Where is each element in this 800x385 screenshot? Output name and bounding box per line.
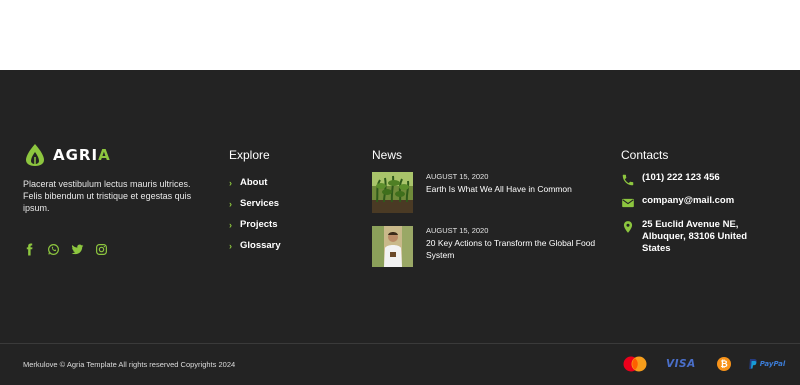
news-item[interactable]: AUGUST 15, 2020 20 Key Actions to Transf… — [372, 226, 602, 268]
facebook-icon[interactable] — [23, 243, 36, 256]
email-address[interactable]: company@mail.com — [642, 195, 762, 207]
site-footer: AGRIA Placerat vestibulum lectus mauris … — [0, 70, 800, 385]
footer-divider — [0, 343, 800, 344]
footer-contacts: Contacts (101) 222 123 456 company@mail.… — [621, 147, 781, 254]
chevron-right-icon: › — [229, 177, 232, 188]
news-title: News — [372, 148, 403, 162]
logo-text: AGRIA — [53, 146, 111, 164]
payment-methods: VISA ₿ PayPal — [620, 354, 785, 374]
social-links — [23, 243, 108, 256]
contact-address: 25 Euclid Avenue NE, Albuquer, 83106 Uni… — [621, 219, 762, 255]
bitcoin-icon: ₿ — [716, 354, 731, 374]
map-pin-icon — [623, 221, 633, 233]
contact-phone[interactable]: (101) 222 123 456 — [621, 172, 762, 187]
mastercard-icon — [622, 354, 648, 374]
explore-link-services[interactable]: › Services — [229, 193, 349, 214]
footer-news: News AUGUST 15, 2020 Earth Is What We Al… — [372, 147, 602, 267]
news-thumbnail-plants[interactable] — [372, 172, 413, 213]
whatsapp-icon[interactable] — [47, 243, 60, 256]
phone-icon — [622, 174, 634, 186]
contacts-title: Contacts — [621, 148, 669, 162]
postal-address: 25 Euclid Avenue NE, Albuquer, 83106 Uni… — [642, 219, 748, 254]
news-headline[interactable]: 20 Key Actions to Transform the Global F… — [426, 237, 601, 261]
news-item[interactable]: AUGUST 15, 2020 Earth Is What We All Hav… — [372, 172, 602, 214]
page-top-area — [0, 0, 800, 70]
footer-explore: Explore › About › Services › Projects › Glos… — [229, 147, 349, 256]
chevron-right-icon: › — [229, 219, 232, 230]
news-thumbnail-person[interactable] — [372, 226, 413, 267]
contact-email[interactable]: company@mail.com — [621, 195, 762, 210]
brand-description: Placerat vestibulum lectus mauris ultric… — [23, 179, 192, 213]
explore-link-about[interactable]: › About — [229, 172, 349, 193]
svg-text:₿: ₿ — [720, 359, 727, 370]
twitter-icon[interactable] — [71, 243, 84, 256]
leaf-logo-icon — [26, 144, 44, 166]
phone-number[interactable]: (101) 222 123 456 — [642, 172, 762, 184]
footer-brand: AGRIA Placerat vestibulum lectus mauris … — [23, 142, 208, 214]
paypal-icon: PayPal — [748, 354, 785, 374]
explore-link-glossary[interactable]: › Glossary — [229, 235, 349, 256]
chevron-right-icon: › — [229, 240, 232, 251]
news-headline[interactable]: Earth Is What We All Have in Common — [426, 183, 601, 195]
explore-title: Explore — [229, 148, 270, 162]
mail-icon — [622, 198, 634, 208]
explore-links: › About › Services › Projects › Glossary — [229, 172, 349, 256]
logo[interactable]: AGRIA — [23, 142, 208, 168]
instagram-icon[interactable] — [95, 243, 108, 256]
visa-icon: VISA — [666, 358, 696, 370]
chevron-right-icon: › — [229, 198, 232, 209]
news-date: AUGUST 15, 2020 — [426, 226, 489, 235]
news-date: AUGUST 15, 2020 — [426, 172, 489, 181]
explore-link-projects[interactable]: › Projects — [229, 214, 349, 235]
copyright-text: Merkulove © Agria Template All rights re… — [23, 360, 236, 369]
